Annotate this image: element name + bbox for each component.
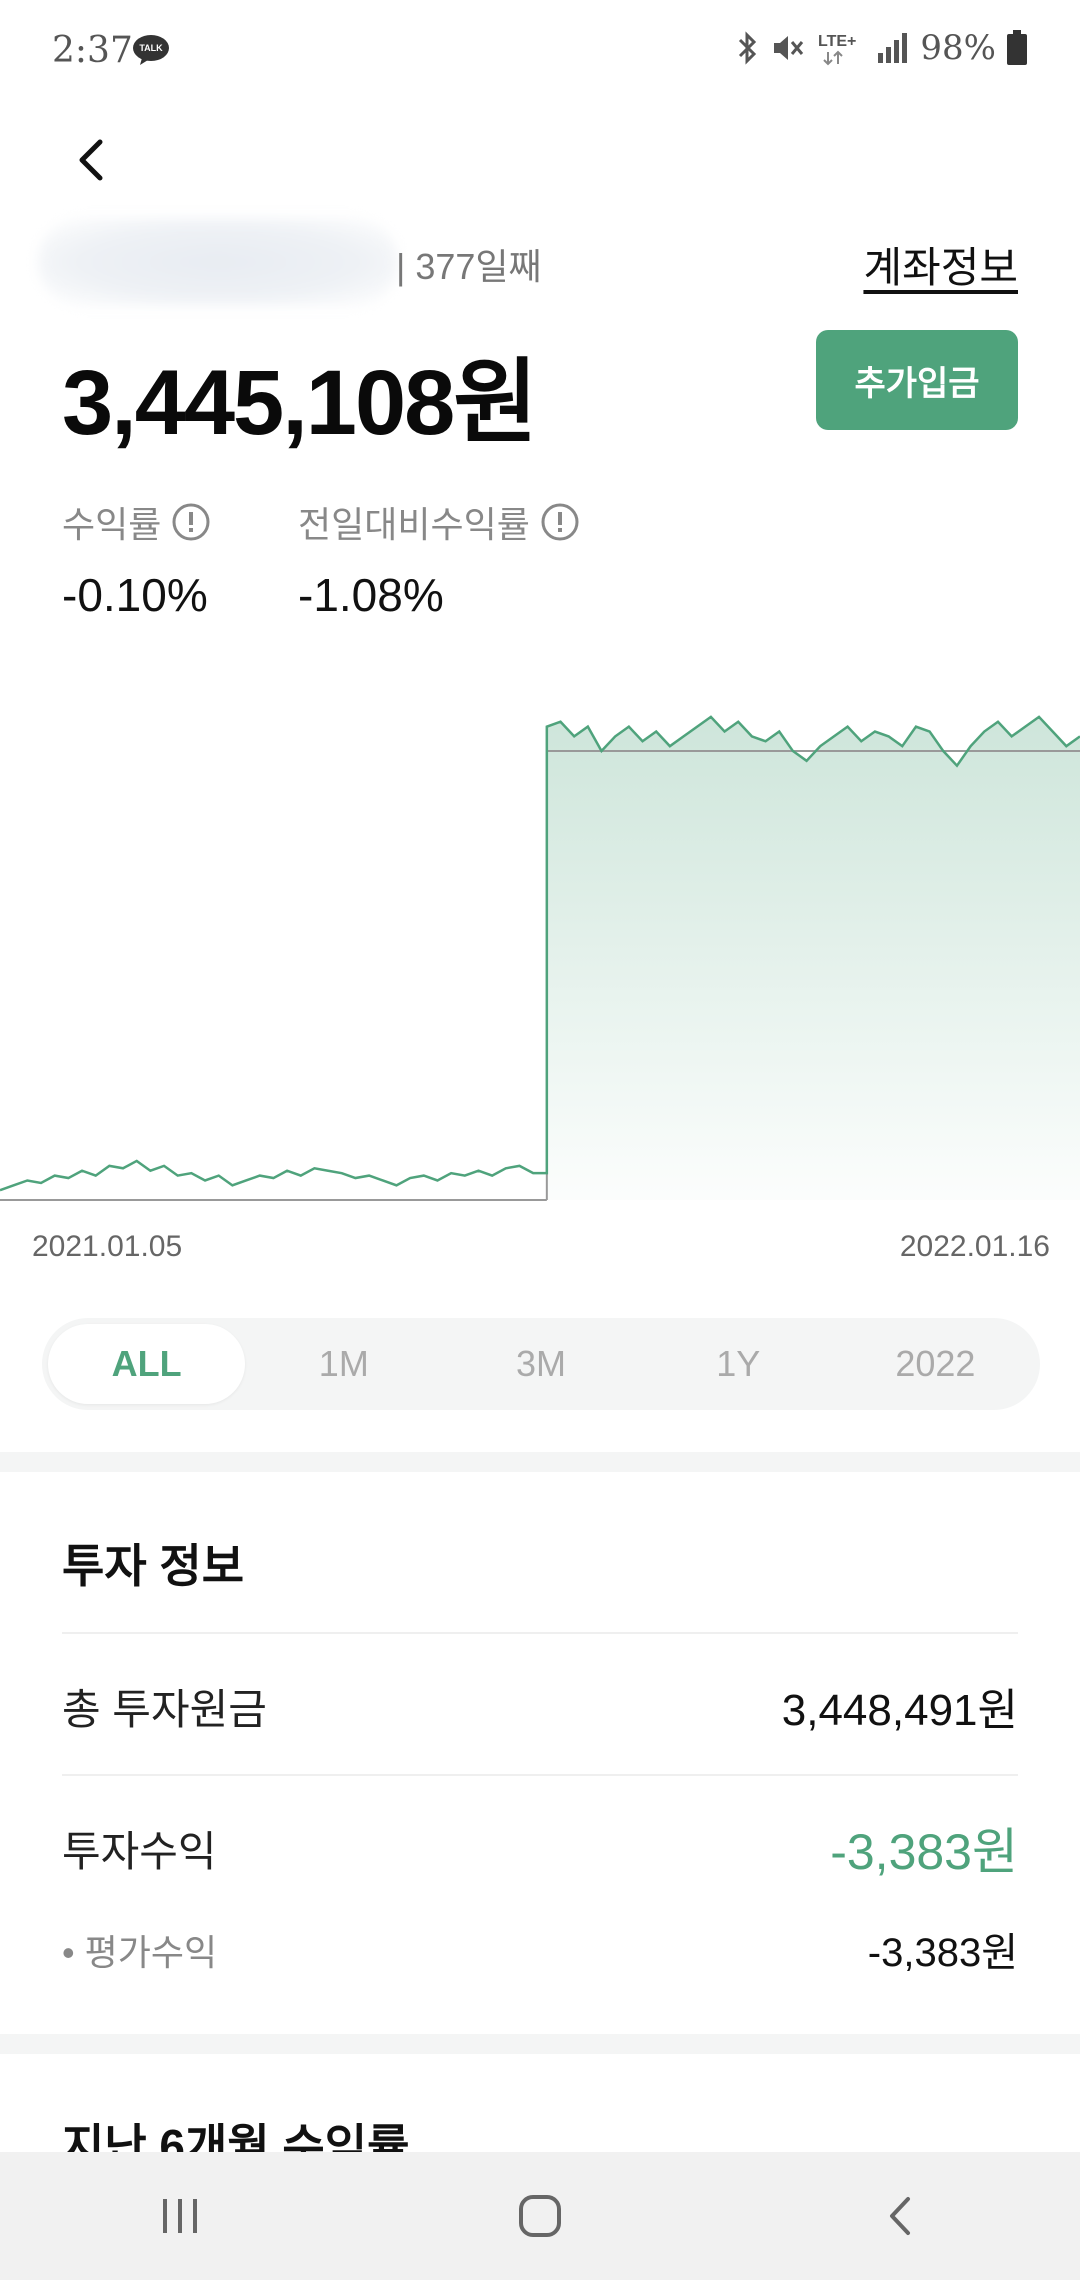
mute-icon — [774, 36, 804, 60]
talk-text: TALK — [139, 43, 163, 53]
chart-svg — [0, 715, 1080, 1201]
recent-apps-icon — [163, 2199, 197, 2233]
recent-apps-button[interactable] — [120, 2166, 240, 2266]
tab-all[interactable]: ALL — [48, 1324, 246, 1404]
investment-info-title: 투자 정보 — [62, 1540, 245, 1592]
daily-return-label-row: 전일대비수익률 — [298, 496, 580, 548]
account-info-link[interactable]: 계좌정보 — [863, 234, 1018, 295]
home-icon — [519, 2195, 561, 2237]
info-icon[interactable] — [540, 502, 580, 542]
tab-1m[interactable]: 1M — [245, 1324, 442, 1404]
status-icons: LTE+ 98% — [734, 28, 1028, 68]
lte-icon: LTE+ — [818, 33, 857, 66]
profit-value: -3,383원 — [830, 1824, 1018, 1880]
section-divider — [0, 2034, 1080, 2054]
battery-percent: 98% — [920, 28, 996, 68]
signal-icon — [878, 33, 908, 63]
return-rate-stat: 수익률 -0.10% — [62, 496, 211, 622]
return-rate-label: 수익률 — [62, 504, 162, 545]
principal-label: 총 투자원금 — [62, 1686, 267, 1733]
account-name-redacted — [38, 218, 398, 306]
home-button[interactable] — [480, 2166, 600, 2266]
system-back-button[interactable] — [840, 2166, 960, 2266]
bluetooth-icon — [739, 31, 757, 65]
range-tabs: ALL 1M 3M 1Y 2022 — [42, 1318, 1040, 1410]
chart-area-fill — [546, 716, 1080, 1200]
balance-amount: 3,445,108원 — [62, 352, 538, 454]
chart-end-date: 2022.01.16 — [899, 1230, 1050, 1263]
profit-label: 투자수익 — [62, 1828, 217, 1875]
kakaotalk-icon: TALK — [133, 35, 169, 65]
daily-return-stat: 전일대비수익률 -1.08% — [298, 496, 580, 622]
eval-profit-label: • 평가수익 — [62, 1932, 218, 1973]
return-rate-value: -0.10% — [62, 569, 208, 621]
tab-1y[interactable]: 1Y — [640, 1324, 837, 1404]
system-nav-bar — [0, 2152, 1080, 2280]
lte-text: LTE+ — [818, 33, 856, 50]
account-days: | 377일째 — [396, 246, 542, 287]
tab-2022[interactable]: 2022 — [837, 1324, 1034, 1404]
battery-icon — [1007, 30, 1027, 65]
chevron-left-icon — [79, 139, 103, 181]
section-divider — [0, 1452, 1080, 1472]
add-deposit-button[interactable]: 추가입금 — [816, 330, 1018, 430]
chart-start-date: 2021.01.05 — [32, 1230, 183, 1263]
back-icon — [890, 2197, 910, 2235]
daily-return-value: -1.08% — [298, 569, 444, 621]
return-rate-label-row: 수익률 — [62, 496, 211, 548]
back-button[interactable] — [66, 130, 114, 190]
eval-profit-value: -3,383원 — [867, 1931, 1018, 1975]
status-time: 2:37 — [52, 30, 133, 71]
row-divider — [62, 1774, 1018, 1776]
daily-return-label: 전일대비수익률 — [298, 504, 530, 545]
status-bar: 2:37 TALK LTE+ 98% — [0, 0, 1080, 100]
tab-3m[interactable]: 3M — [442, 1324, 639, 1404]
balance-chart[interactable] — [0, 700, 1080, 1220]
info-icon[interactable] — [171, 502, 211, 542]
principal-value: 3,448,491원 — [781, 1686, 1018, 1735]
row-divider — [62, 1632, 1018, 1634]
